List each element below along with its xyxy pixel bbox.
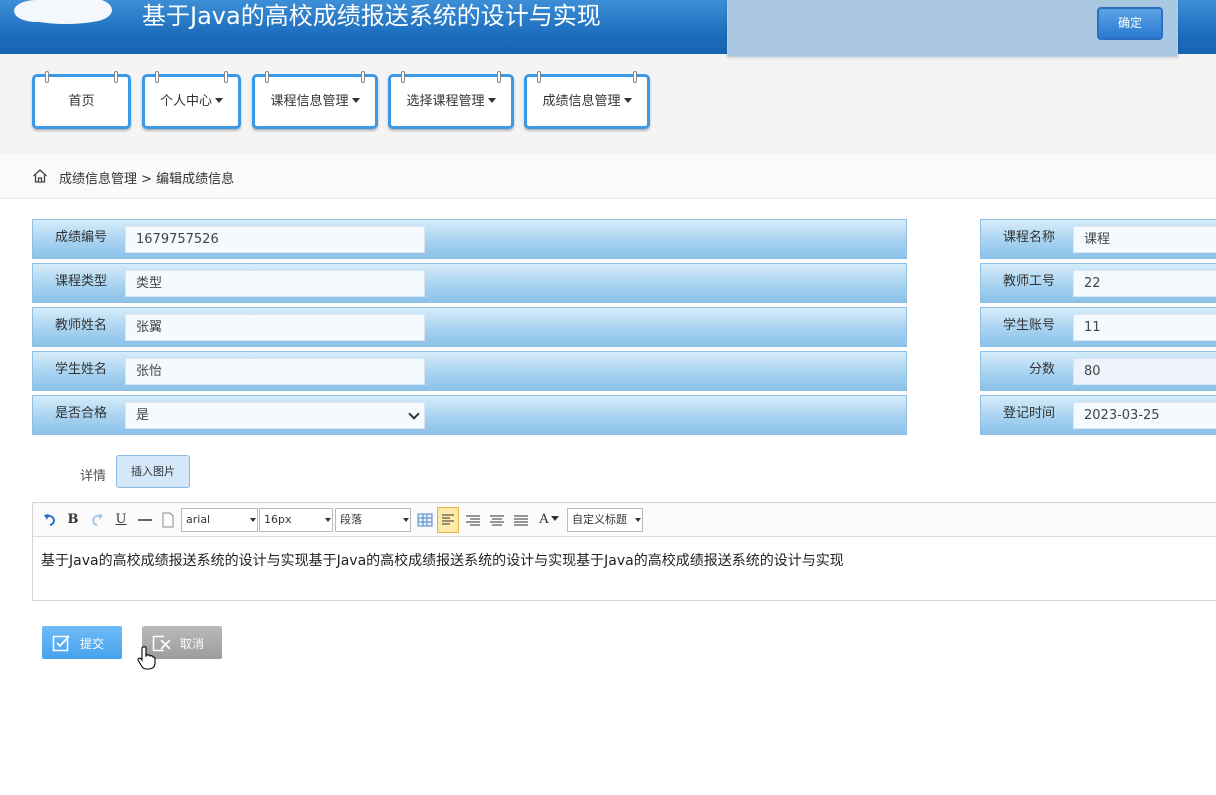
font-color-icon[interactable]: A xyxy=(537,509,561,531)
font-size-select[interactable]: 16px xyxy=(259,508,333,532)
cancel-label: 取消 xyxy=(180,637,205,651)
form-row-student-account: 学生账号 11 xyxy=(980,307,1216,347)
passed-select[interactable]: 是 xyxy=(125,402,425,429)
grade-id-label: 成绩编号 xyxy=(55,230,108,245)
teacher-name-label: 教师姓名 xyxy=(55,318,108,333)
form-row-register-time: 登记时间 2023-03-25 xyxy=(980,395,1216,435)
font-family-select[interactable]: arial xyxy=(181,508,258,532)
horizontal-rule-icon[interactable] xyxy=(137,509,153,531)
font-size-value: 16px xyxy=(264,513,292,526)
checkbox-icon xyxy=(52,635,70,652)
form-row-teacher-id: 教师工号 22 xyxy=(980,263,1216,303)
nav-course-selection-label: 选择课程管理 xyxy=(406,94,485,109)
form-row-teacher-name: 教师姓名 张翼 xyxy=(32,307,907,347)
editor-toolbar: B U arial 16px 段落 A 自定义标题 xyxy=(33,503,1216,537)
caret-down-icon xyxy=(635,518,641,522)
nav-home[interactable]: 首页 xyxy=(32,71,131,129)
font-family-value: arial xyxy=(186,513,211,526)
teacher-id-label: 教师工号 xyxy=(1003,274,1056,289)
nav-course-info[interactable]: 课程信息管理 xyxy=(252,71,378,129)
custom-title-select[interactable]: 自定义标题 xyxy=(567,508,643,532)
hand-cursor-icon xyxy=(137,646,156,670)
nav-course-selection[interactable]: 选择课程管理 xyxy=(388,71,514,129)
table-icon[interactable] xyxy=(416,509,434,531)
passed-label: 是否合格 xyxy=(55,406,108,421)
register-time-label: 登记时间 xyxy=(1003,406,1056,421)
score-input[interactable]: 80 xyxy=(1073,358,1216,385)
caret-down-icon xyxy=(325,518,331,522)
align-justify-icon[interactable] xyxy=(512,509,530,531)
detail-label: 详情 xyxy=(80,469,107,484)
cloud-logo-icon xyxy=(6,0,118,26)
paragraph-value: 段落 xyxy=(340,513,362,526)
caret-down-icon xyxy=(215,98,223,103)
rich-text-editor: B U arial 16px 段落 A 自定义标题 基于Java的高校成绩报送系… xyxy=(32,502,1216,601)
course-name-input[interactable]: 课程 xyxy=(1073,226,1216,253)
underline-icon[interactable]: U xyxy=(113,509,129,531)
app-title: 基于Java的高校成绩报送系统的设计与实现 xyxy=(142,2,601,30)
form-row-passed: 是否合格 是 xyxy=(32,395,907,435)
caret-down-icon xyxy=(550,516,559,521)
submit-label: 提交 xyxy=(80,637,105,651)
caret-down-icon xyxy=(351,98,360,103)
bold-icon[interactable]: B xyxy=(65,509,81,531)
form-row-course-type: 课程类型 类型 xyxy=(32,263,907,303)
form-row-grade-id: 成绩编号 1679757526 xyxy=(32,219,907,259)
confirm-popup: 确定 xyxy=(727,0,1178,57)
breadcrumb: 成绩信息管理 > 编辑成绩信息 xyxy=(0,154,1216,199)
nav-personal-center[interactable]: 个人中心 xyxy=(142,71,241,129)
breadcrumb-text: 成绩信息管理 > 编辑成绩信息 xyxy=(59,172,235,187)
document-icon[interactable] xyxy=(161,509,175,531)
redo-icon[interactable] xyxy=(89,509,105,531)
confirm-ok-button[interactable]: 确定 xyxy=(1097,7,1163,40)
register-time-input[interactable]: 2023-03-25 xyxy=(1073,402,1216,429)
grade-id-input[interactable]: 1679757526 xyxy=(125,226,425,253)
nav-personal-center-label: 个人中心 xyxy=(159,94,212,109)
course-name-label: 课程名称 xyxy=(1003,230,1056,245)
form-row-score: 分数 80 xyxy=(980,351,1216,391)
align-center-icon[interactable] xyxy=(488,509,506,531)
student-account-label: 学生账号 xyxy=(1003,318,1056,333)
student-name-label: 学生姓名 xyxy=(55,362,108,377)
course-type-label: 课程类型 xyxy=(55,274,108,289)
student-name-input[interactable]: 张怡 xyxy=(125,358,425,385)
nav-grade-info-label: 成绩信息管理 xyxy=(542,94,621,109)
nav-home-label: 首页 xyxy=(68,94,95,109)
undo-icon[interactable] xyxy=(41,509,59,531)
top-nav: 首页 个人中心 课程信息管理 选择课程管理 成绩信息管理 xyxy=(0,54,1216,154)
form-row-student-name: 学生姓名 张怡 xyxy=(32,351,907,391)
caret-down-icon xyxy=(623,98,632,103)
font-color-glyph: A xyxy=(539,512,549,527)
align-right-icon[interactable] xyxy=(464,509,482,531)
passed-select-value: 是 xyxy=(136,408,150,423)
course-type-input[interactable]: 类型 xyxy=(125,270,425,297)
submit-button[interactable]: 提交 xyxy=(42,626,122,659)
custom-title-value: 自定义标题 xyxy=(572,513,627,526)
student-account-input[interactable]: 11 xyxy=(1073,314,1216,341)
teacher-name-input[interactable]: 张翼 xyxy=(125,314,425,341)
editor-content[interactable]: 基于Java的高校成绩报送系统的设计与实现基于Java的高校成绩报送系统的设计与… xyxy=(41,550,844,570)
align-left-icon[interactable] xyxy=(437,507,459,533)
nav-course-info-label: 课程信息管理 xyxy=(270,94,349,109)
home-icon[interactable] xyxy=(32,168,48,184)
teacher-id-input[interactable]: 22 xyxy=(1073,270,1216,297)
caret-down-icon xyxy=(403,518,409,522)
insert-image-button[interactable]: 插入图片 xyxy=(116,455,190,488)
score-label: 分数 xyxy=(1029,362,1056,377)
form-row-course-name: 课程名称 课程 xyxy=(980,219,1216,259)
nav-grade-info[interactable]: 成绩信息管理 xyxy=(524,71,650,129)
caret-down-icon xyxy=(487,98,496,103)
caret-down-icon xyxy=(250,518,256,522)
chevron-down-icon xyxy=(408,408,420,420)
paragraph-select[interactable]: 段落 xyxy=(335,508,411,532)
